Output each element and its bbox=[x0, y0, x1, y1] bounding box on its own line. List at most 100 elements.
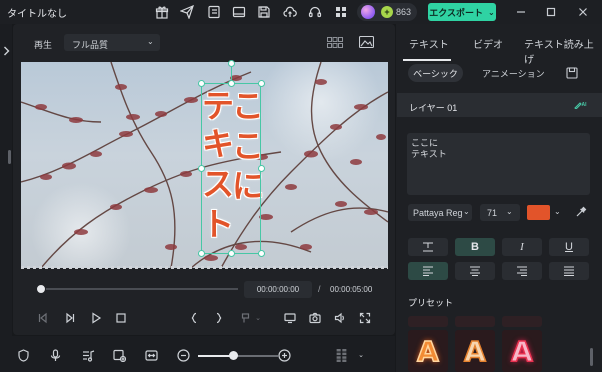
next-frame-icon[interactable] bbox=[63, 311, 77, 325]
add-media-icon[interactable] bbox=[112, 348, 126, 362]
resize-handle[interactable] bbox=[258, 250, 265, 257]
resize-handle[interactable] bbox=[228, 80, 235, 87]
track-grid-icon[interactable] bbox=[334, 346, 348, 364]
zoom-out-icon[interactable] bbox=[176, 348, 190, 362]
font-size-dropdown[interactable] bbox=[480, 204, 520, 221]
text-selection-box[interactable] bbox=[201, 83, 261, 254]
align-right-button[interactable] bbox=[502, 262, 542, 280]
resize-handle[interactable] bbox=[198, 80, 205, 87]
gift-icon[interactable] bbox=[154, 4, 169, 19]
preset-tile[interactable] bbox=[455, 316, 495, 327]
underline-button[interactable]: U bbox=[549, 238, 589, 256]
preset-tile[interactable]: A bbox=[408, 330, 448, 372]
align-right-icon bbox=[517, 266, 527, 276]
audio-track-icon[interactable] bbox=[81, 348, 95, 362]
text-line: テキスト bbox=[411, 149, 447, 159]
volume-icon[interactable] bbox=[333, 311, 347, 325]
image-view-icon[interactable] bbox=[358, 36, 374, 48]
text-spacing-button[interactable] bbox=[408, 238, 448, 256]
eyedropper-icon[interactable] bbox=[574, 205, 588, 219]
font-family-value: Pattaya Regular bbox=[413, 208, 463, 218]
headset-icon[interactable] bbox=[307, 4, 322, 19]
stop-icon[interactable] bbox=[114, 311, 128, 325]
shield-icon[interactable] bbox=[16, 348, 30, 362]
resize-handle[interactable] bbox=[258, 165, 265, 172]
tab-video[interactable]: ビデオ bbox=[473, 36, 503, 51]
chevron-down-icon[interactable]: ⌄ bbox=[554, 207, 561, 216]
save-icon[interactable] bbox=[256, 4, 271, 19]
avatar[interactable] bbox=[361, 5, 375, 19]
italic-button[interactable]: I bbox=[502, 238, 542, 256]
tab-text[interactable]: テキスト bbox=[409, 36, 449, 51]
clip-marker-dropdown-icon[interactable]: ⌄ bbox=[238, 311, 264, 325]
video-frame-edge bbox=[21, 266, 388, 269]
coin-icon: + bbox=[381, 6, 393, 18]
chevron-down-icon: ⌄ bbox=[147, 37, 154, 46]
playhead-knob[interactable] bbox=[36, 284, 46, 294]
fit-width-icon[interactable] bbox=[144, 348, 158, 362]
credit-count: 863 bbox=[396, 7, 412, 17]
grid-menu-icon[interactable] bbox=[333, 4, 348, 19]
microphone-icon[interactable] bbox=[48, 348, 62, 362]
scrollbar[interactable] bbox=[590, 348, 593, 366]
rotate-handle[interactable] bbox=[228, 60, 235, 67]
text-content-input[interactable]: ここに テキスト bbox=[407, 133, 590, 195]
ai-edit-icon[interactable]: AI bbox=[573, 99, 587, 111]
time-separator: / bbox=[318, 284, 321, 294]
text-color-swatch[interactable] bbox=[527, 205, 550, 220]
chevron-down-icon: ⌄ bbox=[463, 207, 470, 216]
project-title: タイトルなし bbox=[7, 9, 67, 20]
active-tab-indicator bbox=[403, 59, 451, 61]
close-icon[interactable] bbox=[575, 4, 591, 20]
chevron-down-icon: ⌄ bbox=[488, 7, 495, 17]
resize-handle[interactable] bbox=[198, 165, 205, 172]
preset-tile[interactable] bbox=[408, 316, 448, 327]
total-duration: 00:00:05:00 bbox=[330, 285, 373, 294]
current-time[interactable]: 00:00:00:00 bbox=[244, 281, 312, 298]
subtab-animation[interactable]: アニメーション bbox=[482, 67, 545, 80]
preset-tile[interactable] bbox=[502, 316, 542, 327]
resize-handle[interactable] bbox=[228, 250, 235, 257]
camera-snapshot-icon[interactable] bbox=[308, 311, 322, 325]
chevron-down-icon[interactable]: ⌄ bbox=[354, 348, 368, 362]
ai-label: AI bbox=[581, 102, 587, 108]
font-size-value: 71 bbox=[487, 208, 498, 218]
mark-out-icon[interactable] bbox=[212, 311, 226, 325]
save-preset-icon[interactable] bbox=[566, 67, 578, 79]
grid-view-icon[interactable] bbox=[327, 36, 343, 48]
resize-handle[interactable] bbox=[198, 250, 205, 257]
previous-frame-icon[interactable] bbox=[36, 311, 50, 325]
text-line: ここに bbox=[411, 138, 439, 148]
tab-text-to-speech[interactable]: テキスト読み上げ bbox=[524, 36, 602, 66]
title-bar bbox=[0, 0, 602, 24]
zoom-in-icon[interactable] bbox=[277, 348, 291, 362]
display-monitor-icon[interactable] bbox=[283, 311, 297, 325]
align-center-icon bbox=[470, 266, 480, 276]
play-icon[interactable] bbox=[89, 311, 103, 325]
subtab-basic[interactable]: ベーシック bbox=[408, 64, 463, 82]
align-justify-button[interactable] bbox=[549, 262, 589, 280]
cloud-upload-icon[interactable] bbox=[282, 4, 297, 19]
scrollbar[interactable] bbox=[8, 150, 11, 164]
send-icon[interactable] bbox=[179, 4, 194, 19]
minimize-icon[interactable] bbox=[513, 4, 529, 20]
playback-timeline[interactable] bbox=[42, 288, 238, 290]
preset-tile[interactable]: A bbox=[455, 330, 495, 372]
mark-in-icon[interactable] bbox=[187, 311, 201, 325]
checklist-icon[interactable] bbox=[206, 4, 221, 19]
fullscreen-icon[interactable] bbox=[358, 311, 372, 325]
left-sidebar-strip bbox=[0, 24, 12, 372]
layout-icon[interactable] bbox=[231, 4, 246, 19]
preset-tile[interactable]: A bbox=[502, 330, 542, 372]
chevron-right-icon[interactable] bbox=[1, 44, 11, 58]
align-center-button[interactable] bbox=[455, 262, 495, 280]
align-left-button[interactable] bbox=[408, 262, 448, 280]
bold-button[interactable]: B bbox=[455, 238, 495, 256]
playback-label: 再生 bbox=[34, 40, 53, 50]
maximize-icon[interactable] bbox=[543, 4, 559, 20]
chevron-down-icon: ⌄ bbox=[506, 207, 513, 216]
resize-handle[interactable] bbox=[258, 80, 265, 87]
preset-letter: A bbox=[416, 334, 439, 369]
zoom-slider-knob[interactable] bbox=[229, 351, 238, 360]
export-button[interactable]: エクスポート ⌄ bbox=[428, 3, 496, 21]
